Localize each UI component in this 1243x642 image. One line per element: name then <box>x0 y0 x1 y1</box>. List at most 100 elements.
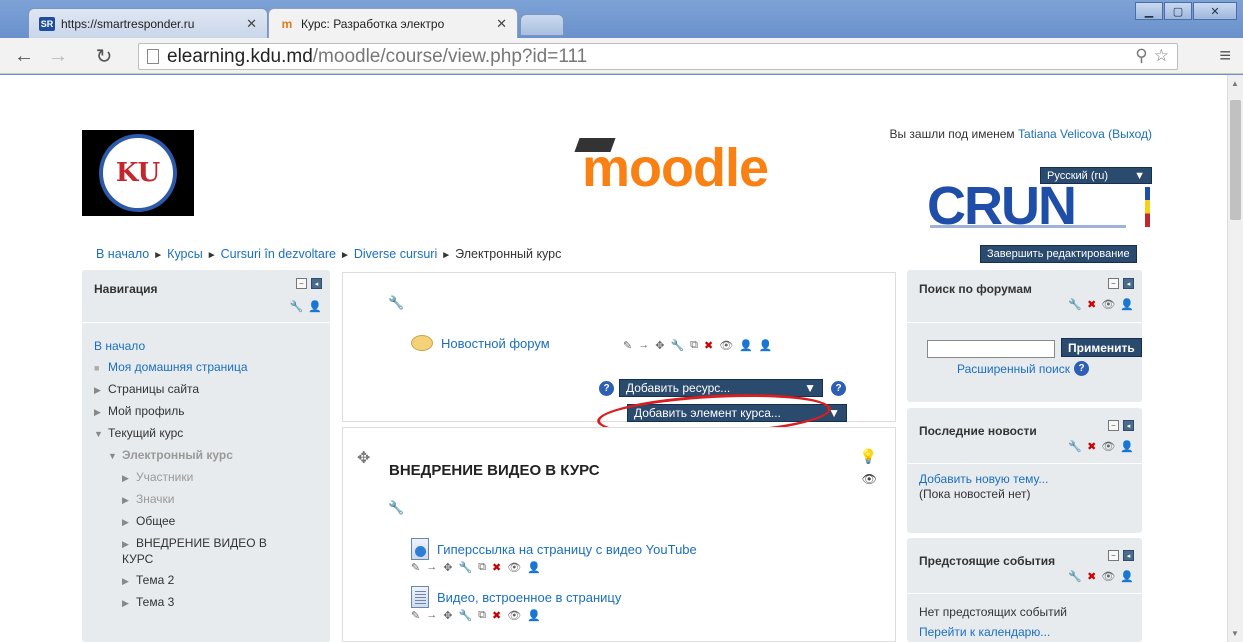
delete-icon[interactable]: ✖ <box>1087 298 1096 311</box>
nav-item-topic-3[interactable]: ▶ Тема 3 <box>94 592 294 614</box>
nav-home[interactable]: В начало <box>94 336 294 357</box>
update-icon[interactable]: 🔧 <box>458 609 472 622</box>
move-right-icon[interactable]: → <box>638 339 649 352</box>
move-icon[interactable]: ✥ <box>443 609 452 622</box>
forward-arrow-icon[interactable]: → <box>46 44 70 68</box>
reload-icon[interactable]: ↻ <box>92 44 116 68</box>
hide-eye-icon[interactable]: 👁 <box>1101 570 1115 583</box>
moodle-logo[interactable]: moodle <box>582 137 769 199</box>
hide-eye-icon[interactable]: 👁 <box>507 561 521 574</box>
hide-eye-icon[interactable]: 👁 <box>719 339 733 352</box>
assign-roles-icon[interactable]: 👤 <box>1120 440 1134 453</box>
nav-item-current-course[interactable]: ▼ Текущий курс <box>94 423 294 445</box>
nav-item-site-pages[interactable]: ▶ Страницы сайта <box>94 379 294 401</box>
move-section-icon[interactable]: ✥ <box>357 448 370 468</box>
edit-title-icon[interactable]: ✎ <box>623 339 632 352</box>
help-icon[interactable]: ? <box>1074 361 1089 376</box>
bookmark-star-icon[interactable]: ☆ <box>1154 46 1169 66</box>
scroll-down-icon[interactable]: ▼ <box>1231 629 1239 638</box>
finish-editing-button[interactable]: Завершить редактирование <box>980 245 1137 263</box>
kdu-logo[interactable]: KU <box>82 130 194 216</box>
breadcrumb-category[interactable]: Cursuri în dezvoltare <box>221 247 336 261</box>
nav-item-video-section[interactable]: ▶ ВНЕДРЕНИЕ ВИДЕО В КУРС <box>94 536 294 567</box>
user-link[interactable]: Tatiana Velicova <box>1018 127 1105 141</box>
duplicate-icon[interactable]: ⧉ <box>478 561 486 574</box>
duplicate-icon[interactable]: ⧉ <box>478 609 486 622</box>
assign-roles-icon[interactable]: 👤 <box>308 300 322 313</box>
help-icon[interactable]: ? <box>831 381 846 396</box>
calendar-link[interactable]: Перейти к календарю... <box>919 622 1067 642</box>
tab-course[interactable]: m Курс: Разработка электро ✕ <box>268 8 518 38</box>
move-icon[interactable]: ✥ <box>655 339 664 352</box>
tab-smartresponder[interactable]: SR https://smartresponder.ru ✕ <box>28 8 268 38</box>
maximize-icon[interactable]: ▢ <box>1164 2 1192 20</box>
configure-wrench-icon[interactable]: 🔧 <box>1068 298 1082 311</box>
configure-wrench-icon[interactable]: 🔧 <box>290 300 304 313</box>
move-icon[interactable]: ✥ <box>443 561 452 574</box>
dock-icon[interactable]: ◂ <box>1123 550 1134 561</box>
edit-title-icon[interactable]: ✎ <box>411 561 420 574</box>
logout-link[interactable]: (Выход) <box>1108 127 1152 141</box>
assign-roles-icon[interactable]: 👤 <box>1120 298 1134 311</box>
new-tab-button[interactable] <box>520 14 564 36</box>
configure-wrench-icon[interactable]: 🔧 <box>1068 440 1082 453</box>
scroll-up-icon[interactable]: ▲ <box>1231 79 1239 88</box>
dock-icon[interactable]: ◂ <box>1123 278 1134 289</box>
move-right-icon[interactable]: → <box>426 561 437 574</box>
delete-icon[interactable]: ✖ <box>1087 440 1096 453</box>
minimize-icon[interactable]: ▁ <box>1135 2 1163 20</box>
menu-icon[interactable]: ≡ <box>1219 45 1231 68</box>
close-window-icon[interactable]: ✕ <box>1193 2 1237 20</box>
update-icon[interactable]: 🔧 <box>670 339 684 352</box>
edit-summary-icon[interactable]: 🔧 <box>388 295 404 311</box>
delete-icon[interactable]: ✖ <box>704 339 713 352</box>
highlight-lightbulb-icon[interactable]: 💡 <box>860 448 877 465</box>
forum-search-input[interactable] <box>927 340 1055 358</box>
breadcrumb-subcategory[interactable]: Diverse cursuri <box>354 247 437 261</box>
hide-eye-icon[interactable]: 👁 <box>862 472 877 486</box>
update-icon[interactable]: 🔧 <box>458 561 472 574</box>
nav-item-my-profile[interactable]: ▶ Мой профиль <box>94 401 294 423</box>
forum-link[interactable]: Новостной форум <box>441 336 550 351</box>
address-bar[interactable]: elearning.kdu.md/moodle/course/view.php?… <box>138 43 1178 70</box>
help-icon[interactable]: ? <box>599 381 614 396</box>
nav-item-topic-2[interactable]: ▶ Тема 2 <box>94 570 294 592</box>
hide-eye-icon[interactable]: 👁 <box>507 609 521 622</box>
breadcrumb-courses[interactable]: Курсы <box>167 247 203 261</box>
nav-item-general[interactable]: ▶ Общее <box>94 511 294 533</box>
hide-eye-icon[interactable]: 👁 <box>1101 298 1115 311</box>
delete-icon[interactable]: ✖ <box>1087 570 1096 583</box>
dock-icon[interactable]: ◂ <box>311 278 322 289</box>
assign-roles-icon[interactable]: 👤 <box>527 609 541 622</box>
apply-search-button[interactable]: Применить <box>1061 338 1142 357</box>
nav-item-course[interactable]: ▼ Электронный курс <box>94 445 294 467</box>
youtube-link[interactable]: Гиперссылка на страницу с видео YouTube <box>437 542 697 557</box>
edit-title-icon[interactable]: ✎ <box>411 609 420 622</box>
back-arrow-icon[interactable]: ← <box>12 44 36 68</box>
nav-item-badges[interactable]: ▶ Значки <box>94 489 294 511</box>
scroll-thumb[interactable] <box>1230 100 1241 220</box>
zoom-icon[interactable]: ⚲ <box>1135 46 1147 66</box>
dock-icon[interactable]: ◂ <box>1123 420 1134 431</box>
assign-roles-icon[interactable]: 👤 <box>527 561 541 574</box>
hide-eye-icon[interactable]: 👁 <box>1101 440 1115 453</box>
tab-close-icon[interactable]: ✕ <box>496 16 507 32</box>
collapse-icon[interactable]: – <box>1108 420 1119 431</box>
breadcrumb-home[interactable]: В начало <box>96 247 149 261</box>
vertical-scrollbar[interactable]: ▲ ▼ <box>1227 75 1243 642</box>
collapse-icon[interactable]: – <box>1108 550 1119 561</box>
move-right-icon[interactable]: → <box>426 609 437 622</box>
embedded-video-link[interactable]: Видео, встроенное в страницу <box>437 590 621 605</box>
tab-close-icon[interactable]: ✕ <box>246 16 257 32</box>
group-mode-icon[interactable]: 👤 <box>739 339 753 352</box>
delete-icon[interactable]: ✖ <box>492 561 501 574</box>
collapse-icon[interactable]: – <box>296 278 307 289</box>
nav-item-my-home[interactable]: ■ Моя домашняя страница <box>94 357 294 379</box>
delete-icon[interactable]: ✖ <box>492 609 501 622</box>
assign-roles-icon[interactable]: 👤 <box>1120 570 1134 583</box>
nav-item-participants[interactable]: ▶ Участники <box>94 467 294 489</box>
edit-summary-icon[interactable]: 🔧 <box>388 500 404 516</box>
collapse-icon[interactable]: – <box>1108 278 1119 289</box>
configure-wrench-icon[interactable]: 🔧 <box>1068 570 1082 583</box>
duplicate-icon[interactable]: ⧉ <box>690 339 698 352</box>
